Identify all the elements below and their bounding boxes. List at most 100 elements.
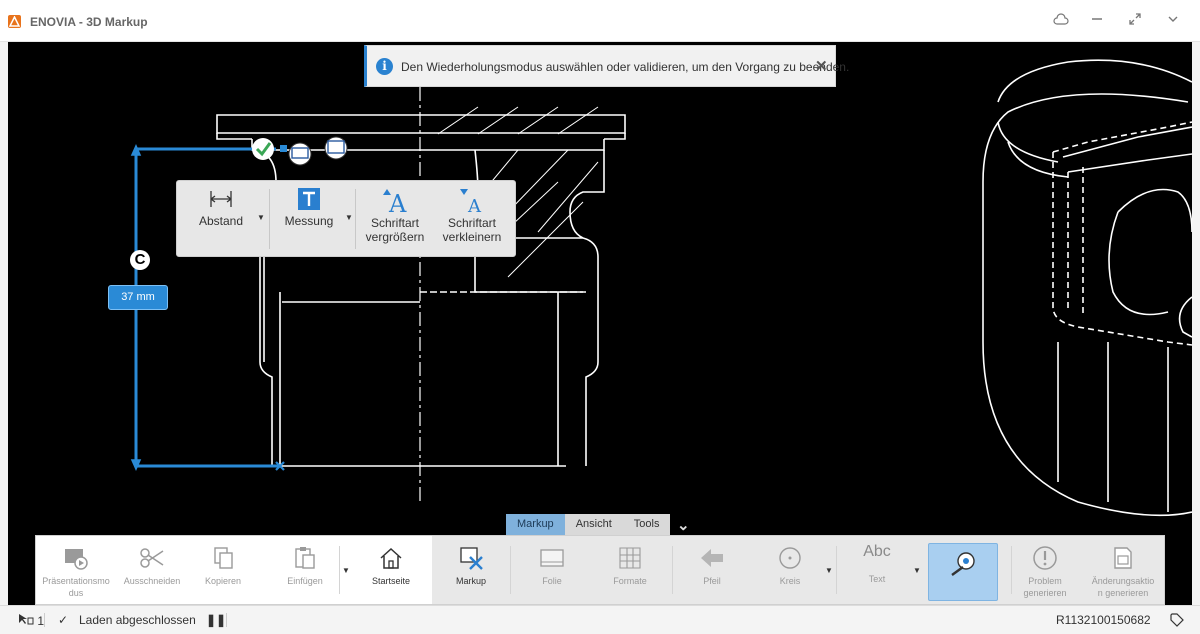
separator — [355, 189, 356, 249]
markup-label: Markup — [455, 576, 486, 586]
action-bar: Präsentationsmo dus Ausschneiden Kopiere… — [35, 535, 1165, 605]
arrow-label: Pfeil — [703, 576, 721, 586]
formats-grid-icon — [619, 547, 641, 569]
slide-button[interactable]: Folie — [520, 536, 584, 604]
3d-viewer-canvas[interactable]: i Den Wiederholungsmodus auswählen oder … — [8, 42, 1192, 605]
messung-label: Messung — [284, 214, 334, 228]
messung-button[interactable]: Messung — [277, 187, 341, 228]
close-icon[interactable]: ✕ — [815, 57, 828, 75]
formats-button[interactable]: Formate — [598, 536, 662, 604]
load-status-text: Laden abgeschlossen — [79, 613, 196, 627]
separator — [269, 189, 270, 249]
problem-label-line2: generieren — [1023, 588, 1067, 598]
paste-label: Einfügen — [287, 576, 323, 586]
tape-measure-icon — [951, 552, 975, 576]
svg-text:A: A — [467, 196, 482, 213]
slide-label: Folie — [542, 576, 562, 586]
separator — [510, 546, 511, 594]
font-decrease-label-line2: verkleinern — [442, 230, 502, 244]
messung-dropdown-icon[interactable]: ▼ — [345, 213, 353, 222]
arrow-button[interactable]: Pfeil — [682, 536, 742, 604]
font-increase-label-line1: Schriftart — [370, 216, 419, 230]
text-t-icon — [298, 188, 320, 210]
circle-dropdown-icon[interactable]: ▼ — [825, 566, 833, 575]
font-increase-label-line2: vergrößern — [365, 230, 425, 244]
ribbon-collapse-chevron-icon[interactable]: ⌄ — [677, 516, 690, 534]
home-button[interactable]: Startseite — [358, 536, 424, 604]
change-action-button[interactable]: Änderungsaktio n generieren — [1086, 536, 1160, 604]
cut-label: Ausschneiden — [123, 576, 181, 586]
tab-markup[interactable]: Markup — [506, 514, 565, 535]
change-label-line1: Änderungsaktio — [1091, 576, 1155, 586]
problem-button[interactable]: Problem generieren — [1014, 536, 1076, 604]
formats-label: Formate — [613, 576, 647, 586]
enovia-logo-icon — [8, 15, 21, 28]
markup-icon — [460, 547, 483, 570]
separator — [672, 546, 673, 594]
status-bar: 1 ✓ Laden abgeschlossen ❚❚ R113210015068… — [0, 605, 1200, 634]
font-decrease-icon: A — [460, 189, 482, 217]
ribbon-tab-bar: Markup Ansicht Tools — [506, 514, 671, 535]
validate-check-icon — [252, 138, 274, 160]
selection-count-indicator[interactable]: 1 — [18, 613, 44, 628]
separator — [1011, 546, 1012, 594]
warning-circle-icon — [1033, 546, 1057, 570]
chevron-down-icon[interactable] — [1164, 12, 1182, 30]
font-decrease-button[interactable]: A Schriftart verkleinern — [437, 187, 507, 244]
font-increase-icon: A — [383, 189, 407, 218]
maximize-icon[interactable] — [1126, 12, 1144, 30]
cloud-icon[interactable] — [1052, 12, 1070, 30]
font-increase-button[interactable]: A Schriftart vergrößern — [361, 187, 429, 244]
checkmark-icon: ✓ — [58, 613, 69, 627]
text-button[interactable]: Abc Text — [846, 536, 908, 604]
circle-button[interactable]: Kreis — [760, 536, 820, 604]
markup-button[interactable]: Markup — [440, 536, 502, 604]
dimension-context-toolbar: Abstand ▼ Messung ▼ A Schriftart vergröß… — [176, 180, 516, 257]
problem-label-line1: Problem — [1028, 576, 1062, 586]
abstand-dropdown-icon[interactable]: ▼ — [257, 213, 265, 222]
abstand-button[interactable]: Abstand — [191, 187, 251, 228]
copy-button[interactable]: Kopieren — [190, 536, 256, 604]
presentation-label-line1: Präsentationsmo — [42, 576, 110, 586]
circle-icon — [779, 547, 801, 569]
info-notification: i Den Wiederholungsmodus auswählen oder … — [364, 45, 849, 87]
selection-cursor-icon — [19, 614, 34, 625]
separator — [226, 613, 227, 627]
copy-icon — [214, 547, 233, 569]
pause-icon[interactable]: ❚❚ — [206, 613, 226, 627]
dimension-symbol[interactable]: C — [130, 250, 150, 270]
cut-button[interactable]: Ausschneiden — [116, 536, 188, 604]
paste-dropdown-icon[interactable]: ▼ — [342, 566, 350, 575]
abstand-label: Abstand — [198, 214, 244, 228]
presentation-mode-button[interactable]: Präsentationsmo dus — [36, 536, 116, 604]
info-icon: i — [376, 58, 393, 75]
arrow-left-icon — [701, 549, 723, 567]
distance-icon — [210, 191, 232, 207]
tab-tools[interactable]: Tools — [623, 514, 671, 535]
svg-text:A: A — [388, 190, 407, 213]
text-abc-icon: Abc — [863, 543, 891, 560]
window-title: ENOVIA - 3D Markup — [30, 15, 148, 29]
text-dropdown-icon[interactable]: ▼ — [913, 566, 921, 575]
tag-icon[interactable] — [1170, 613, 1184, 630]
home-label: Startseite — [371, 576, 411, 586]
font-decrease-label-line1: Schriftart — [447, 216, 496, 230]
circle-label: Kreis — [779, 576, 801, 586]
scissors-icon — [140, 548, 164, 568]
measure-tool-button[interactable] — [928, 543, 998, 601]
minimize-icon[interactable] — [1088, 12, 1106, 30]
separator — [339, 546, 340, 594]
text-label: Text — [868, 574, 886, 584]
copy-label: Kopieren — [204, 576, 242, 586]
change-label-line2: n generieren — [1097, 588, 1149, 598]
separator — [44, 613, 45, 627]
paste-button[interactable]: Einfügen — [274, 536, 336, 604]
paste-icon — [295, 547, 315, 569]
separator — [836, 546, 837, 594]
dimension-value-label[interactable]: 37 mm — [108, 285, 168, 310]
change-action-icon — [1114, 547, 1132, 569]
title-bar: ENOVIA - 3D Markup — [0, 0, 1200, 42]
presentation-icon — [65, 549, 88, 570]
app-window: ENOVIA - 3D Markup i Den Wiederholungsmo… — [0, 0, 1200, 634]
tab-ansicht[interactable]: Ansicht — [565, 514, 623, 535]
